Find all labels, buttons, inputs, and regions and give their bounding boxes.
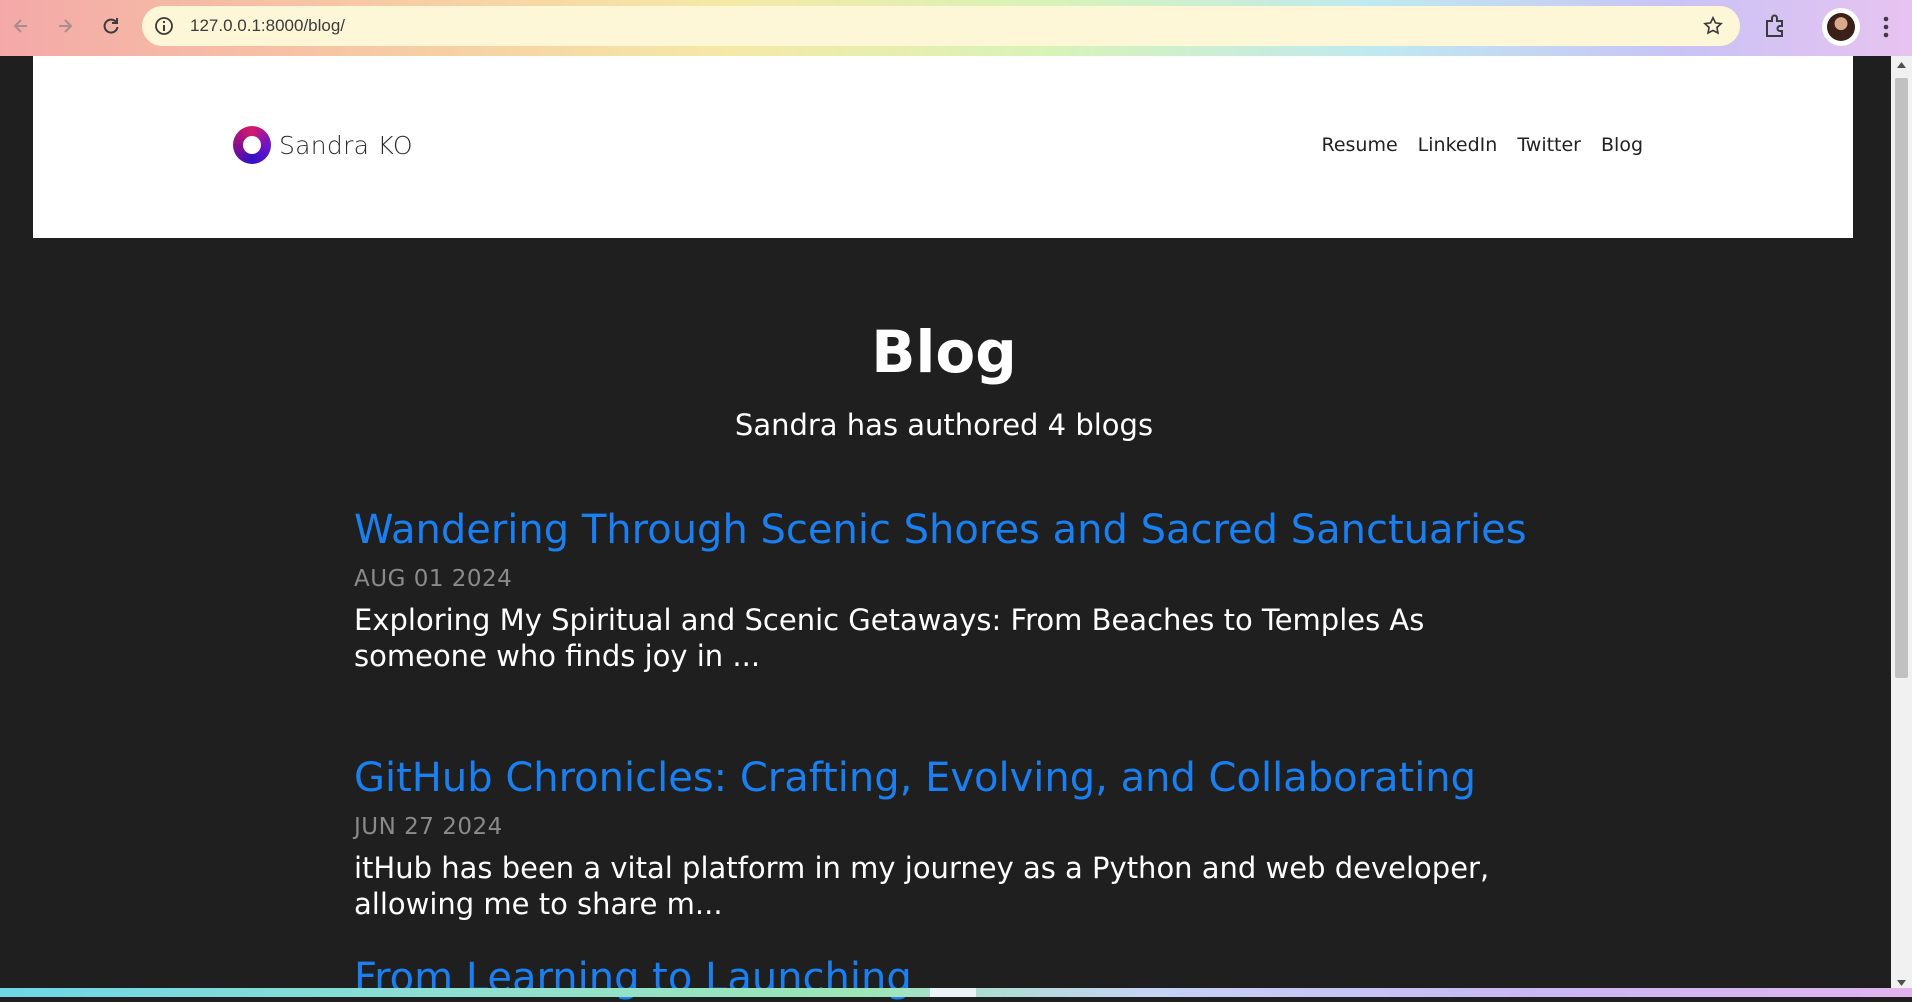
- taskbar-indicator: [930, 988, 976, 997]
- bookmark-star-icon[interactable]: [1702, 15, 1724, 37]
- forward-icon: [59, 19, 73, 33]
- brand-name[interactable]: Sandra KO: [279, 131, 413, 160]
- address-bar[interactable]: 127.0.0.1:8000/blog/: [142, 6, 1740, 46]
- back-button[interactable]: [6, 11, 36, 41]
- nav-twitter[interactable]: Twitter: [1517, 134, 1581, 156]
- scroll-thumb[interactable]: [1895, 78, 1908, 678]
- brand-link[interactable]: Sandra KO: [233, 126, 413, 164]
- reload-button[interactable]: [96, 11, 126, 41]
- post-title-link[interactable]: GitHub Chronicles: Crafting, Evolving, a…: [354, 754, 1534, 802]
- blog-post: Wandering Through Scenic Shores and Sacr…: [354, 506, 1534, 674]
- nav-linkedin[interactable]: LinkedIn: [1418, 134, 1498, 156]
- logo-icon: [233, 126, 271, 164]
- page-subtitle: Sandra has authored 4 blogs: [734, 408, 1154, 442]
- page-title: Blog: [871, 318, 1017, 386]
- avatar-image: [1827, 13, 1855, 41]
- menu-icon[interactable]: [1876, 14, 1896, 40]
- browser-toolbar: 127.0.0.1:8000/blog/: [0, 0, 1912, 56]
- forward-button[interactable]: [50, 11, 80, 41]
- profile-avatar[interactable]: [1822, 8, 1860, 46]
- scroll-down-icon[interactable]: [1895, 978, 1908, 988]
- reload-icon: [103, 18, 119, 34]
- page-scrollbar[interactable]: [1891, 56, 1912, 992]
- url-text[interactable]: 127.0.0.1:8000/blog/: [190, 6, 345, 46]
- scroll-up-icon[interactable]: [1895, 60, 1908, 70]
- post-date: JUN 27 2024: [354, 814, 503, 840]
- extensions-icon[interactable]: [1762, 13, 1788, 39]
- post-excerpt: itHub has been a vital platform in my jo…: [354, 851, 1490, 921]
- post-title-link[interactable]: Wandering Through Scenic Shores and Sacr…: [354, 506, 1534, 554]
- nav-blog[interactable]: Blog: [1601, 134, 1643, 156]
- site-header: Sandra KO Resume LinkedIn Twitter Blog: [33, 56, 1853, 238]
- post-excerpt: Exploring My Spiritual and Scenic Getawa…: [354, 603, 1425, 673]
- back-icon: [13, 19, 27, 33]
- post-date: AUG 01 2024: [354, 566, 513, 592]
- main-nav: Resume LinkedIn Twitter Blog: [1321, 134, 1643, 156]
- blog-post: GitHub Chronicles: Crafting, Evolving, a…: [354, 754, 1534, 922]
- site-info-icon[interactable]: [154, 16, 174, 36]
- nav-resume[interactable]: Resume: [1321, 134, 1397, 156]
